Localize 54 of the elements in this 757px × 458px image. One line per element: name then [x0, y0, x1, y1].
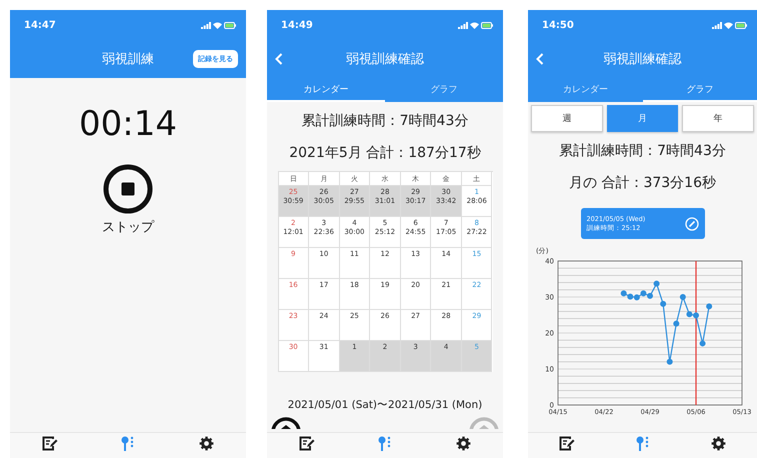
wifi-icon: [470, 22, 479, 28]
month-total: 月の 合計：373分16秒: [569, 174, 716, 192]
tab-bar-item[interactable]: [42, 436, 58, 451]
key-icon: [636, 436, 650, 452]
data-point: [654, 280, 660, 287]
data-point: [666, 358, 673, 365]
tab-bar-item[interactable]: [558, 436, 575, 451]
settings-icon: [199, 436, 214, 451]
data-point: [680, 294, 686, 300]
tab-bar-item[interactable]: [456, 436, 472, 451]
signal-icon: [458, 22, 468, 28]
back-button[interactable]: [536, 53, 544, 65]
battery-icon: [481, 22, 493, 28]
screen-title: 弱視訓練: [102, 51, 154, 68]
data-point: [660, 300, 666, 307]
wifi-icon: [724, 22, 733, 28]
note-edit-icon: [558, 436, 575, 451]
back-icon: [275, 53, 283, 65]
tab-bar-item[interactable]: [298, 436, 315, 451]
battery-icon: [224, 22, 236, 28]
note-edit-icon: [298, 436, 315, 451]
settings-icon: [456, 436, 472, 451]
stop-button[interactable]: [103, 164, 153, 214]
screen-title: 弱視訓練確認: [346, 51, 424, 68]
status-time: 14:50: [542, 20, 574, 30]
status-time: 14:49: [281, 20, 313, 30]
back-icon: [536, 53, 544, 65]
tab-bar-item[interactable]: [711, 436, 726, 451]
previous-month-button[interactable]: [271, 416, 301, 429]
period-button[interactable]: 年: [682, 105, 754, 132]
wifi-icon: [213, 22, 222, 28]
data-point: [706, 303, 712, 310]
compass-icon[interactable]: [684, 216, 698, 230]
period-button[interactable]: 週: [531, 105, 603, 132]
key-icon: [121, 436, 136, 452]
tab-bar-item[interactable]: [199, 436, 214, 451]
settings-icon: [711, 436, 726, 451]
back-button[interactable]: [275, 53, 283, 65]
signal-icon: [201, 22, 211, 28]
note-edit-icon: [42, 436, 58, 451]
date-range: 2021/05/01 (Sat)〜2021/05/31 (Mon): [288, 398, 482, 412]
month-total: 2021年5月 合計：187分17秒: [289, 144, 481, 162]
total-time: 累計訓練時間：7時間43分: [302, 112, 468, 130]
status-time: 14:47: [24, 20, 56, 30]
timer-display: 00:14: [79, 104, 177, 144]
total-time: 累計訓練時間：7時間43分: [559, 142, 726, 160]
screen-title: 弱視訓練確認: [604, 51, 682, 68]
signal-icon: [712, 22, 722, 28]
key-icon: [378, 436, 392, 452]
battery-icon: [735, 22, 747, 28]
data-point: [673, 320, 680, 327]
data-point: [700, 340, 706, 346]
stop-label: ストップ: [102, 219, 154, 236]
stop-icon: [103, 164, 153, 214]
